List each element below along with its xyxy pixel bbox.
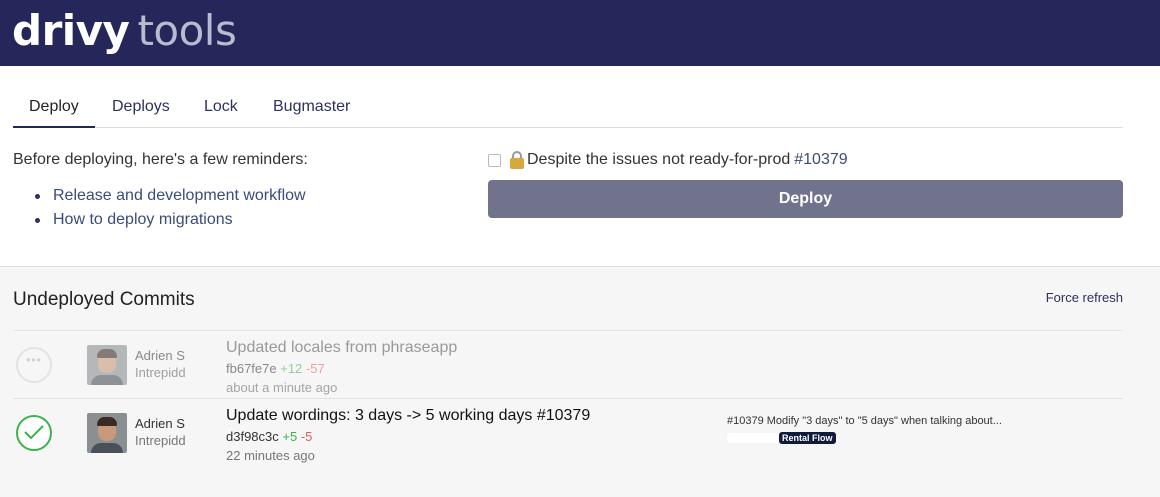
lock-icon — [509, 151, 525, 169]
author-team: Intrepidd — [135, 433, 186, 448]
logo-suffix: tools — [137, 6, 237, 55]
top-bar: drivy tools — [0, 0, 1160, 66]
commit-additions: +12 — [280, 361, 303, 376]
avatar — [87, 413, 127, 453]
commit-row: ••• Adrien S Intrepidd Updated locales f… — [13, 330, 1123, 398]
linked-issue-title[interactable]: #10379 Modify "3 days" to "5 days" when … — [727, 415, 1002, 427]
tab-bugmaster[interactable]: Bugmaster — [257, 86, 366, 128]
release-workflow-link[interactable]: Release and development workflow — [53, 187, 306, 204]
issue-labels: Rental Flow — [727, 432, 836, 444]
commit-deletions: -57 — [305, 361, 325, 376]
tab-lock[interactable]: Lock — [188, 86, 254, 128]
commit-time: about a minute ago — [226, 380, 338, 395]
logo-brand: drivy — [12, 6, 130, 55]
commit-sha[interactable]: fb67fe7e — [226, 361, 277, 376]
tab-deploy[interactable]: Deploy — [13, 86, 95, 128]
commit-author: Adrien S Intrepidd — [135, 415, 186, 449]
author-name: Adrien S — [135, 348, 185, 363]
check-circle-icon — [16, 415, 52, 451]
reminder-list: Release and development workflow How to … — [35, 184, 306, 232]
override-option: Despite the issues not ready-for-prod #1… — [488, 149, 848, 171]
override-issue-link[interactable]: #10379 — [794, 151, 847, 169]
commit-time: 22 minutes ago — [226, 448, 315, 463]
override-label: Despite the issues not ready-for-prod — [527, 151, 791, 168]
commit-meta: fb67fe7e +12 -57 — [226, 360, 457, 377]
author-team: Intrepidd — [135, 365, 186, 380]
commit-author: Adrien S Intrepidd — [135, 347, 186, 381]
commit-meta: d3f98c3c +5 -5 — [226, 428, 590, 445]
pending-status-icon: ••• — [16, 347, 52, 383]
reminder-list-item: Release and development workflow — [35, 184, 306, 208]
tab-bar: Deploy Deploys Lock Bugmaster — [13, 86, 1123, 128]
override-checkbox[interactable] — [488, 153, 501, 167]
deploy-migrations-link[interactable]: How to deploy migrations — [53, 211, 233, 228]
commit-message: Update wordings: 3 days -> 5 working day… — [226, 407, 591, 424]
commit-sha[interactable]: d3f98c3c — [226, 429, 279, 444]
commit-info: Update wordings: 3 days -> 5 working day… — [226, 406, 590, 464]
commit-message: Updated locales from phraseapp — [226, 339, 458, 356]
reminder-intro: Before deploying, here's a few reminders… — [13, 151, 308, 168]
commit-additions: +5 — [282, 429, 298, 444]
issue-label: Rental Flow — [779, 432, 836, 444]
app-logo[interactable]: drivy tools — [12, 6, 237, 56]
deploy-button[interactable]: Deploy — [488, 180, 1123, 218]
issue-label-blank — [727, 433, 779, 443]
commit-info: Updated locales from phraseapp fb67fe7e … — [226, 338, 457, 396]
author-name: Adrien S — [135, 416, 185, 431]
force-refresh-link[interactable]: Force refresh — [1046, 290, 1123, 305]
avatar — [87, 345, 127, 385]
reminder-list-item: How to deploy migrations — [35, 208, 306, 232]
section-title: Undeployed Commits — [13, 289, 195, 310]
undeployed-commits-section: Undeployed Commits Force refresh ••• Adr… — [0, 266, 1160, 497]
tab-deploys[interactable]: Deploys — [96, 86, 186, 128]
commit-row: Adrien S Intrepidd Update wordings: 3 da… — [13, 398, 1123, 466]
commit-deletions: -5 — [300, 429, 313, 444]
